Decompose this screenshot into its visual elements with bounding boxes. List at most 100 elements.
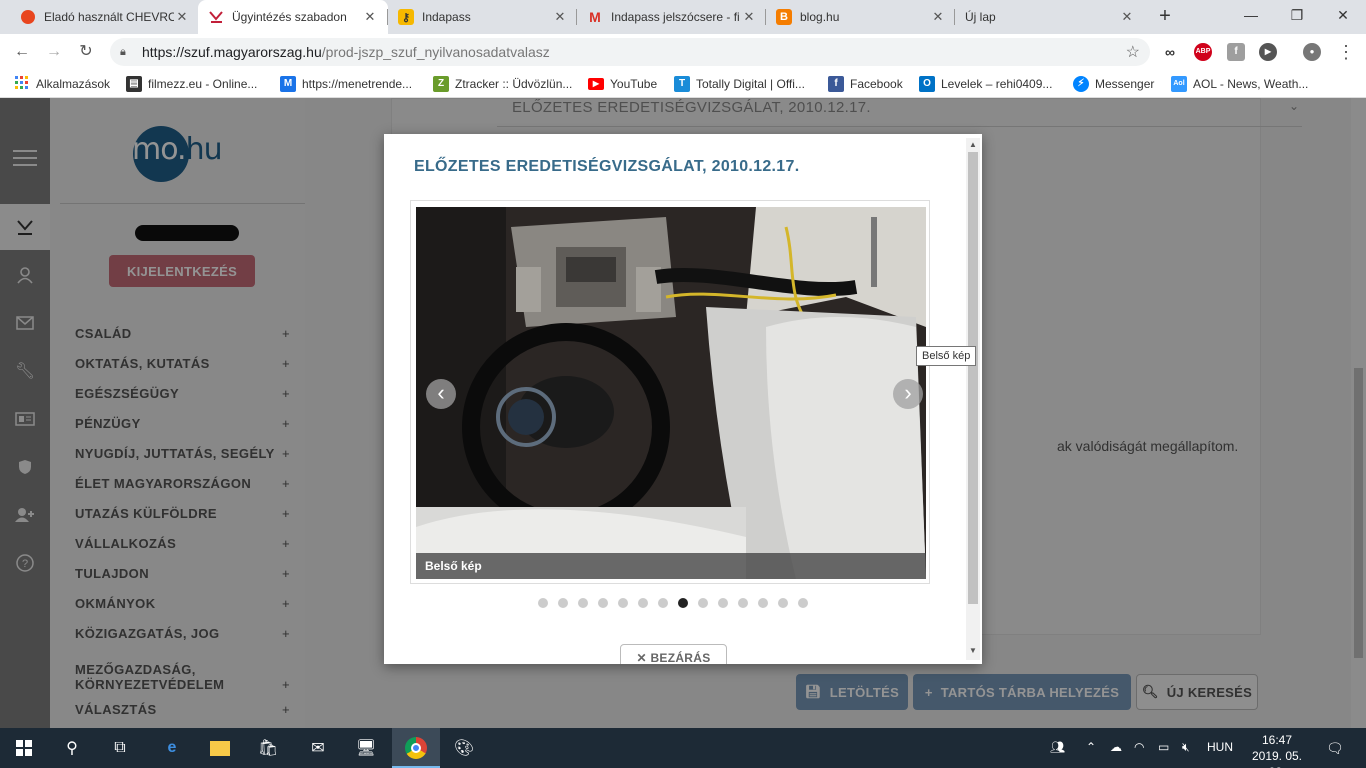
maximize-button[interactable]: ❐ xyxy=(1274,0,1320,30)
close-window-button[interactable]: ✕ xyxy=(1320,0,1366,30)
bookmark-totally-digital[interactable]: T Totally Digital | Offi... xyxy=(674,75,805,93)
totally-digital-icon: T xyxy=(674,76,690,92)
bookmark-star-icon[interactable]: ☆ xyxy=(1126,42,1140,62)
record-icon[interactable]: ▶ xyxy=(1259,43,1277,61)
tab-separator xyxy=(954,9,955,25)
back-arrow-icon[interactable]: ← xyxy=(10,40,34,64)
indapass-key-icon: ⚷ xyxy=(398,9,414,25)
chrome-icon[interactable] xyxy=(392,728,440,768)
tab-title: Új lap xyxy=(965,10,996,24)
carousel-dot[interactable] xyxy=(558,598,568,608)
profile-avatar-icon[interactable]: ● xyxy=(1303,43,1321,61)
clock-time: 16:47 xyxy=(1261,733,1293,747)
scroll-up-icon[interactable]: ▲ xyxy=(966,140,980,152)
edge-icon[interactable]: e xyxy=(148,728,196,768)
windows-start-icon[interactable] xyxy=(0,728,48,768)
carousel-dot[interactable] xyxy=(578,598,588,608)
carousel-dot[interactable] xyxy=(758,598,768,608)
aol-icon: Aol xyxy=(1171,76,1187,92)
language-indicator[interactable]: HUN xyxy=(1207,740,1233,754)
people-icon[interactable]: 👥︎ xyxy=(1050,740,1065,754)
close-tab-icon[interactable]: ✕ xyxy=(552,9,568,25)
wifi-icon[interactable]: ◠ xyxy=(1134,740,1144,754)
mail-icon[interactable]: ✉ xyxy=(294,728,342,768)
bookmark-label: AOL - News, Weath... xyxy=(1193,77,1309,91)
adblock-icon[interactable]: ABP xyxy=(1194,43,1212,61)
paint-icon[interactable]: 🎨︎ xyxy=(440,728,488,768)
carousel-dot[interactable] xyxy=(538,598,548,608)
messenger-icon: ⚡︎ xyxy=(1073,76,1089,92)
bookmark-menetrend[interactable]: Mhttps://menetrende... xyxy=(280,75,412,93)
youtube-icon: ▶ xyxy=(588,78,604,90)
carousel-dot[interactable] xyxy=(618,598,628,608)
tab-title: blog.hu xyxy=(800,10,840,24)
tab-indapass-jelszo[interactable]: M Indapass jelszócsere - fi ✕ xyxy=(577,0,767,34)
forward-arrow-icon[interactable]: → xyxy=(42,40,66,64)
close-tab-icon[interactable]: ✕ xyxy=(741,9,757,25)
carousel-dot[interactable] xyxy=(778,598,788,608)
bookmark-youtube[interactable]: ▶ YouTube xyxy=(588,75,657,93)
url-host: https://szuf.magyarorszag.hu xyxy=(142,44,322,60)
infinity-icon[interactable]: ∞ xyxy=(1161,43,1179,61)
tab-ugyintezes[interactable]: Ügyintézés szabadon ✕ xyxy=(198,0,388,34)
carousel-dot[interactable] xyxy=(658,598,668,608)
tab-blog[interactable]: B blog.hu ✕ xyxy=(766,0,956,34)
previous-arrow-icon[interactable]: ‹ xyxy=(426,379,456,409)
m-icon: M xyxy=(280,76,296,92)
close-tab-icon[interactable]: ✕ xyxy=(930,9,946,25)
tab-chevrolet[interactable]: Eladó használt CHEVROLET ✕ xyxy=(10,0,200,34)
facebook-ext-icon[interactable]: f xyxy=(1227,43,1245,61)
battery-icon[interactable]: ▭ xyxy=(1158,740,1169,754)
minimize-button[interactable]: — xyxy=(1228,0,1274,30)
modal-title: ELŐZETES EREDETISÉGVIZSGÁLAT, 2010.12.17… xyxy=(414,158,800,175)
carousel-dot[interactable] xyxy=(638,598,648,608)
file-explorer-icon[interactable] xyxy=(196,728,244,768)
bookmark-levelek[interactable]: O Levelek – rehi0409... xyxy=(919,75,1052,93)
gmail-icon: M xyxy=(589,9,601,25)
chevron-up-icon[interactable]: ⌃ xyxy=(1086,740,1096,754)
carousel-dot[interactable] xyxy=(718,598,728,608)
close-tab-icon[interactable]: ✕ xyxy=(362,9,378,25)
close-tab-icon[interactable]: ✕ xyxy=(174,9,190,25)
reload-icon[interactable]: ↻ xyxy=(74,40,98,64)
carousel-dot[interactable] xyxy=(698,598,708,608)
bookmark-filmezz[interactable]: ▤ filmezz.eu - Online... xyxy=(126,75,257,93)
search-icon[interactable]: ⚲ xyxy=(48,728,96,768)
bookmark-label: Alkalmazások xyxy=(36,77,111,91)
menu-dots-icon[interactable]: ⋮ xyxy=(1334,40,1358,64)
next-arrow-icon[interactable]: › xyxy=(893,379,923,409)
bookmark-apps[interactable]: Alkalmazások xyxy=(14,75,110,93)
bookmark-facebook[interactable]: f Facebook xyxy=(828,75,903,93)
bookmark-messenger[interactable]: ⚡︎ Messenger xyxy=(1073,75,1154,93)
store-icon[interactable]: 🛍︎ xyxy=(244,728,292,768)
close-label: BEZÁRÁS xyxy=(650,651,711,664)
close-modal-button[interactable]: ✕ BEZÁRÁS xyxy=(620,644,727,664)
bookmark-label: Ztracker :: Üdvözlün... xyxy=(455,77,573,91)
task-view-icon[interactable]: ⧉ xyxy=(96,728,144,768)
browser-tab-bar: Eladó használt CHEVROLET ✕ Ügyintézés sz… xyxy=(0,0,1366,34)
tab-new[interactable]: Új lap ✕ xyxy=(955,0,1145,34)
tab-separator xyxy=(765,9,766,25)
close-tab-icon[interactable]: ✕ xyxy=(1119,9,1135,25)
tab-indapass[interactable]: ⚷ Indapass ✕ xyxy=(388,0,578,34)
address-bar[interactable]: 🔒︎ https://szuf.magyarorszag.hu/prod-jsz… xyxy=(110,38,1150,66)
carousel-frame: ‹ › Belső kép xyxy=(410,200,930,584)
volume-muted-icon[interactable]: 🔇︎ xyxy=(1182,740,1190,755)
bookmark-ztracker[interactable]: Z Ztracker :: Üdvözlün... xyxy=(433,75,572,93)
new-tab-button[interactable]: + xyxy=(1153,5,1177,29)
remote-desktop-icon[interactable]: 🖥︎ xyxy=(342,728,390,768)
onedrive-icon[interactable]: ☁ xyxy=(1110,740,1122,754)
modal-scrollbar-thumb[interactable] xyxy=(968,152,978,604)
clock[interactable]: 16:47 2019. 05. 02. xyxy=(1244,732,1310,768)
scroll-down-icon[interactable]: ▼ xyxy=(966,646,980,658)
carousel-dot[interactable] xyxy=(598,598,608,608)
modal-scrollbar[interactable]: ▲ ▼ xyxy=(966,138,980,660)
image-tooltip: Belső kép xyxy=(916,346,977,366)
carousel-dot[interactable] xyxy=(738,598,748,608)
notifications-icon[interactable]: 🗨︎ xyxy=(1326,740,1344,757)
bookmark-label: filmezz.eu - Online... xyxy=(148,77,258,91)
apps-grid-icon xyxy=(14,76,30,92)
carousel-dot[interactable] xyxy=(798,598,808,608)
carousel-dot[interactable] xyxy=(678,598,688,608)
bookmark-aol[interactable]: Aol AOL - News, Weath... xyxy=(1171,75,1308,93)
